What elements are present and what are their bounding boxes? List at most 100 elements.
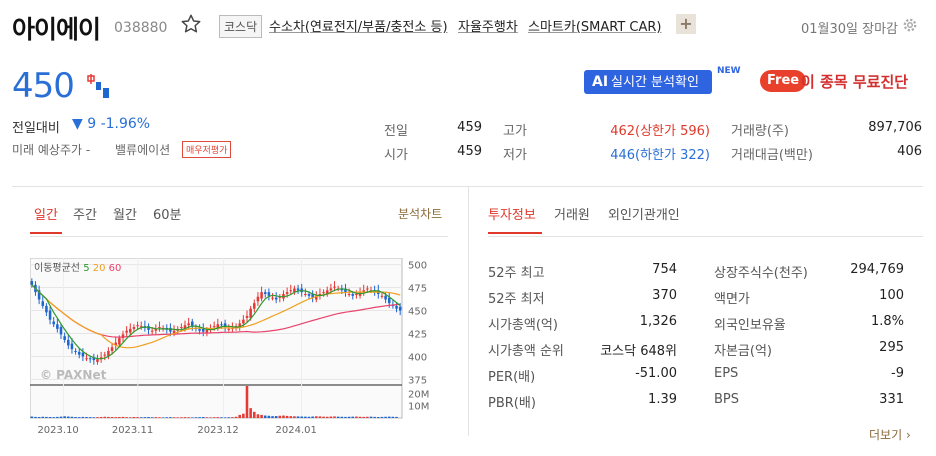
panel-divider [468, 186, 469, 436]
y-tick-label: 500 [408, 261, 427, 272]
theme-link-hydrogen[interactable]: 수소차(연료전지/부품/충전소 등) [269, 16, 448, 35]
valuation-badge[interactable]: 매우저평가 [182, 141, 232, 158]
candle-body [110, 347, 114, 351]
info-value-per: -51.00 [635, 366, 677, 381]
volume-bar [103, 416, 107, 418]
ai-analysis-button[interactable]: AI 실시간 분석확인 [584, 70, 712, 94]
volume-bar [256, 414, 260, 418]
chart-tab-divider [30, 236, 448, 237]
tab-daily[interactable]: 일간 [34, 204, 58, 223]
volume-bar [136, 417, 139, 418]
quote-value-volume: 897,706 [868, 120, 922, 135]
info-value-52w-high: 754 [652, 262, 677, 277]
volume-bar [88, 417, 92, 418]
volume-bar [96, 417, 99, 418]
market-badge: 코스닥 [219, 15, 263, 38]
candle-body [366, 288, 369, 290]
info-value-52w-low: 370 [652, 288, 677, 303]
price-change: ▼ 9 -1.96% [72, 116, 151, 132]
volume-bar [238, 414, 241, 418]
add-theme-button[interactable]: + [676, 14, 696, 34]
volume-bar [41, 416, 45, 418]
new-badge: NEW [717, 66, 741, 76]
candle-body [398, 306, 402, 311]
volume-bar [92, 417, 96, 418]
volume-bar [183, 417, 187, 418]
volume-bar [48, 417, 52, 418]
volume-bar [37, 417, 41, 418]
free-diagnosis-link[interactable]: 이 종목 무료진단 [801, 71, 908, 92]
candle-body [387, 297, 391, 304]
theme-link-autonomous[interactable]: 자율주행차 [458, 16, 518, 35]
volume-bar [282, 415, 285, 418]
candle-body [333, 286, 336, 288]
candle-body [129, 328, 132, 333]
quote-value-prev-close: 459 [457, 120, 482, 135]
info-value-market-cap: 1,326 [639, 314, 677, 329]
quote-label-high: 고가 [503, 124, 527, 139]
volume-bar [150, 417, 154, 418]
volume-bar [161, 417, 165, 418]
volume-bar [56, 416, 59, 418]
ma-legend-5: 5 [83, 263, 93, 274]
candle-body [67, 339, 70, 346]
gear-icon[interactable] [901, 16, 919, 34]
info-value-par-value: 100 [879, 288, 904, 303]
x-tick-label: 2023.11 [112, 425, 153, 436]
volume-bar [329, 416, 333, 418]
volume-bar [387, 416, 391, 418]
candle-body [384, 295, 387, 300]
y-tick-label: 425 [408, 329, 427, 340]
candle-body [52, 321, 55, 325]
quote-value-turnover: 406 [897, 144, 922, 159]
info-value-pbr: 1.39 [648, 392, 677, 407]
quote-label-volume: 거래량(주) [731, 124, 789, 139]
more-link[interactable]: 더보기 › [869, 426, 911, 443]
candle-body [187, 323, 190, 326]
info-value-capital: 295 [879, 340, 904, 355]
candle-body [355, 293, 358, 295]
volume-bar [172, 417, 176, 418]
candle-body [329, 288, 333, 291]
volume-bar [70, 416, 74, 418]
free-diagnosis-badge[interactable]: Free [760, 70, 807, 92]
candle-body [304, 293, 307, 295]
tab-weekly[interactable]: 주간 [73, 204, 97, 223]
star-icon[interactable] [180, 13, 202, 35]
analysis-chart-link[interactable]: 분석차트 [398, 205, 442, 222]
info-value-bps: 331 [879, 392, 904, 407]
y-tick-label: 475 [408, 284, 427, 295]
theme-link-smartcar[interactable]: 스마트카(SMART CAR) [528, 16, 662, 35]
volume-bar [118, 417, 121, 418]
future-price: 미래 예상주가 - [12, 141, 90, 158]
tab-investor-trading[interactable]: 외인기관개인 [608, 204, 680, 223]
candle-body [395, 305, 398, 309]
info-label-market-cap: 시가총액(억) [488, 318, 558, 333]
volume-bar [249, 408, 252, 418]
volume-bar [307, 416, 311, 418]
candle-body [220, 324, 223, 326]
candle-body [158, 327, 161, 329]
y-tick-label: 375 [408, 375, 427, 386]
info-label-pbr: PBR(배) [488, 396, 536, 411]
volume-bar [176, 417, 179, 418]
tab-brokers[interactable]: 거래원 [554, 204, 590, 223]
tab-monthly[interactable]: 월간 [113, 204, 137, 223]
info-value-foreign-ratio: 1.8% [870, 314, 904, 329]
active-tab-indicator [30, 232, 62, 234]
candle-body [201, 328, 205, 332]
candle-body [274, 297, 278, 300]
price-chart[interactable]: 500 475 450 425 400 375 20M 10M 2023.10 2023.11 20… [30, 258, 440, 436]
volume-bar [369, 416, 373, 418]
info-label-per: PER(배) [488, 370, 536, 385]
quote-label-prev-close: 전일 [384, 124, 408, 139]
tab-investment-info[interactable]: 투자정보 [488, 204, 536, 223]
volume-bar [234, 416, 238, 418]
quote-value-high: 462(상한가 596) [610, 124, 710, 139]
ma-legend-label: 이동평균선 [34, 262, 83, 274]
tab-60min[interactable]: 60분 [153, 204, 182, 223]
volume-bar [274, 416, 278, 418]
volume-bar [63, 416, 66, 418]
candle-body [103, 354, 107, 356]
volume-bar [260, 414, 263, 418]
